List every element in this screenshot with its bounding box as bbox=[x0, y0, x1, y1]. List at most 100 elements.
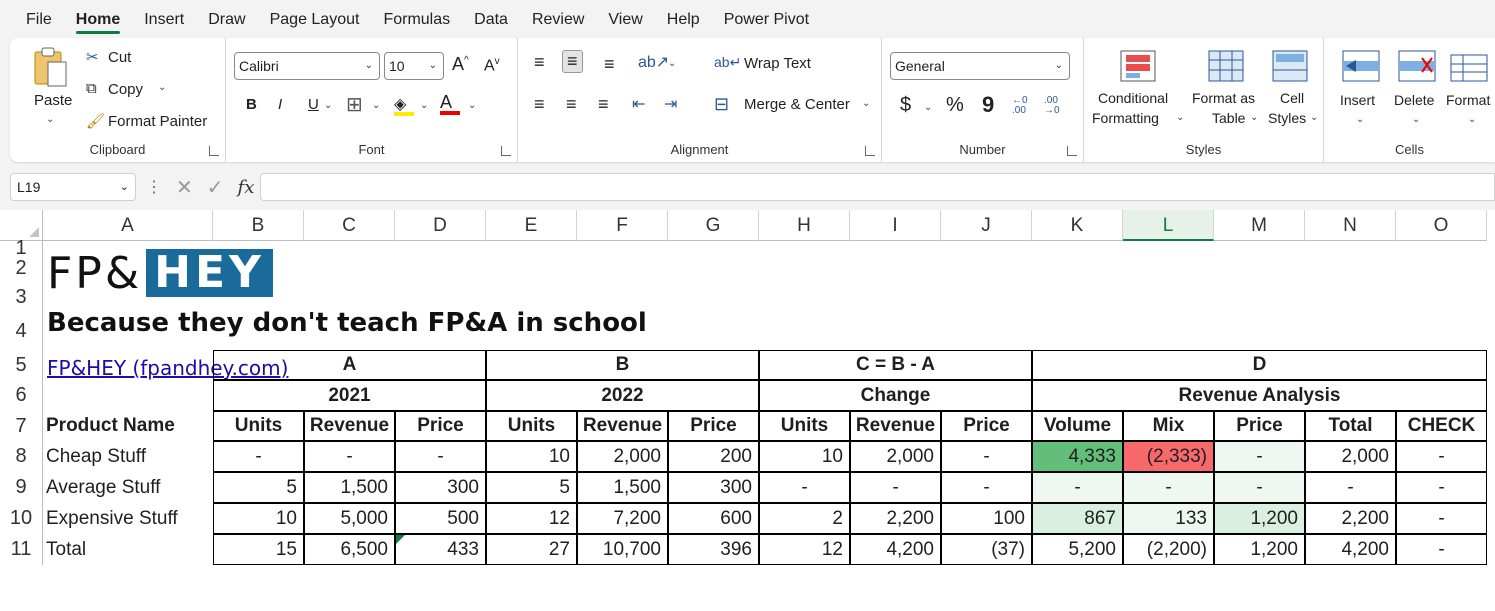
font-name-select[interactable]: Calibri ⌄ bbox=[234, 52, 380, 80]
table-cell[interactable]: 867 bbox=[1032, 503, 1123, 534]
table-cell[interactable]: 12 bbox=[759, 534, 850, 565]
row-header-6[interactable]: 6 bbox=[0, 380, 43, 411]
table-cell[interactable]: (2,200) bbox=[1123, 534, 1214, 565]
column-header-c[interactable]: C bbox=[304, 210, 395, 241]
sub-header[interactable]: Change bbox=[759, 380, 1032, 411]
insert-function-icon[interactable]: fx bbox=[238, 177, 255, 198]
chevron-down-icon[interactable]: ⌄ bbox=[468, 100, 476, 111]
delete-cells-button[interactable]: Delete ⌄ bbox=[1390, 46, 1442, 132]
table-column-header[interactable]: Revenue bbox=[850, 411, 941, 441]
table-column-header[interactable]: Price bbox=[668, 411, 759, 441]
table-cell[interactable]: 7,200 bbox=[577, 503, 668, 534]
table-cell[interactable]: 10 bbox=[486, 441, 577, 472]
table-cell[interactable]: 10 bbox=[759, 441, 850, 472]
table-cell[interactable]: 4,200 bbox=[1305, 534, 1396, 565]
table-cell[interactable]: 27 bbox=[486, 534, 577, 565]
column-header-m[interactable]: M bbox=[1214, 210, 1305, 241]
sub-header[interactable]: 2022 bbox=[486, 380, 759, 411]
table-cell[interactable]: - bbox=[1396, 472, 1487, 503]
table-column-header[interactable]: Product Name bbox=[43, 411, 213, 441]
table-cell[interactable]: 2,200 bbox=[1305, 503, 1396, 534]
cell-styles-button[interactable]: Cell Styles ⌄ bbox=[1262, 46, 1318, 132]
table-cell[interactable]: - bbox=[1396, 534, 1487, 565]
table-cell[interactable]: 10 bbox=[213, 503, 304, 534]
table-cell[interactable]: 10,700 bbox=[577, 534, 668, 565]
column-header-d[interactable]: D bbox=[395, 210, 486, 241]
align-middle-icon[interactable]: ≡ bbox=[562, 50, 583, 73]
align-left-icon[interactable]: ≡ bbox=[534, 94, 545, 115]
increase-indent-icon[interactable]: ⇥ bbox=[664, 94, 677, 114]
menu-tab-page-layout[interactable]: Page Layout bbox=[258, 0, 372, 38]
chevron-down-icon[interactable]: ⌄ bbox=[420, 100, 428, 111]
sub-header[interactable]: 2021 bbox=[213, 380, 486, 411]
decrease-indent-icon[interactable]: ⇤ bbox=[632, 94, 645, 114]
chevron-down-icon[interactable]: ⌄ bbox=[372, 100, 380, 111]
table-cell[interactable]: 4,200 bbox=[850, 534, 941, 565]
cut-button[interactable]: ✂ Cut bbox=[86, 46, 206, 70]
menu-tab-file[interactable]: File bbox=[14, 0, 64, 38]
table-cell[interactable]: 100 bbox=[941, 503, 1032, 534]
group-header[interactable]: A bbox=[213, 350, 486, 380]
table-cell[interactable]: 5,200 bbox=[1032, 534, 1123, 565]
format-cells-button[interactable]: Format ⌄ bbox=[1444, 46, 1494, 132]
table-cell[interactable]: - bbox=[941, 441, 1032, 472]
worksheet-grid[interactable]: A B C D E F G H I J K L M N O 1 2 3 4 5 6 7 8 9 10 11 FP& HEY Becaus… bbox=[0, 210, 1495, 611]
column-header-i[interactable]: I bbox=[850, 210, 941, 241]
column-header-a[interactable]: A bbox=[43, 210, 213, 241]
table-cell[interactable]: (37) bbox=[941, 534, 1032, 565]
table-cell[interactable]: - bbox=[395, 441, 486, 472]
row-header-7[interactable]: 7 bbox=[0, 411, 43, 441]
table-cell[interactable]: 2 bbox=[759, 503, 850, 534]
row-header-5[interactable]: 5 bbox=[0, 350, 43, 380]
row-header-4[interactable]: 4 bbox=[0, 313, 43, 350]
orientation-icon[interactable]: ab↗ bbox=[638, 52, 669, 72]
row-header-11[interactable]: 11 bbox=[0, 534, 43, 565]
table-cell[interactable]: 2,000 bbox=[1305, 441, 1396, 472]
menu-tab-power-pivot[interactable]: Power Pivot bbox=[712, 0, 821, 38]
chevron-down-icon[interactable]: ⌄ bbox=[862, 98, 870, 109]
column-header-g[interactable]: G bbox=[668, 210, 759, 241]
table-column-header[interactable]: Volume bbox=[1032, 411, 1123, 441]
menu-tab-view[interactable]: View bbox=[596, 0, 654, 38]
chevron-down-icon[interactable]: ⌄ bbox=[324, 100, 332, 111]
table-cell[interactable]: 500 bbox=[395, 503, 486, 534]
dialog-launcher-icon[interactable] bbox=[865, 146, 875, 156]
dialog-launcher-icon[interactable] bbox=[209, 146, 219, 156]
table-cell[interactable]: - bbox=[850, 472, 941, 503]
column-header-n[interactable]: N bbox=[1305, 210, 1396, 241]
table-cell[interactable]: 300 bbox=[668, 472, 759, 503]
column-header-h[interactable]: H bbox=[759, 210, 850, 241]
conditional-formatting-button[interactable]: Conditional Formatting ⌄ bbox=[1090, 46, 1190, 132]
table-column-header[interactable]: Price bbox=[395, 411, 486, 441]
chevron-down-icon[interactable]: ⌄ bbox=[924, 102, 932, 113]
insert-cells-button[interactable]: Insert ⌄ bbox=[1336, 46, 1386, 132]
increase-font-size-icon[interactable]: A^ bbox=[452, 54, 469, 75]
table-cell[interactable]: 300 bbox=[395, 472, 486, 503]
table-column-header[interactable]: Units bbox=[213, 411, 304, 441]
paste-button[interactable]: Paste ⌄ bbox=[30, 46, 76, 126]
wrap-text-button[interactable]: ab↵ Wrap Text bbox=[714, 54, 824, 78]
align-center-icon[interactable]: ≡ bbox=[566, 94, 577, 115]
group-header[interactable]: C = B - A bbox=[759, 350, 1032, 380]
currency-button[interactable]: $ bbox=[900, 94, 911, 117]
table-cell[interactable]: 15 bbox=[213, 534, 304, 565]
table-cell[interactable]: - bbox=[1214, 441, 1305, 472]
align-top-icon[interactable]: ≡ bbox=[534, 52, 545, 73]
row-label[interactable]: Average Stuff bbox=[43, 472, 213, 503]
table-cell[interactable]: - bbox=[213, 441, 304, 472]
menu-tab-data[interactable]: Data bbox=[462, 0, 520, 38]
percent-button[interactable]: % bbox=[946, 94, 964, 117]
table-cell[interactable]: 6,500 bbox=[304, 534, 395, 565]
row-header-10[interactable]: 10 bbox=[0, 503, 43, 534]
table-cell[interactable]: - bbox=[1396, 503, 1487, 534]
sub-header[interactable]: Revenue Analysis bbox=[1032, 380, 1487, 411]
comma-style-button[interactable]: 9 bbox=[982, 92, 994, 118]
table-cell[interactable]: - bbox=[1305, 472, 1396, 503]
menu-tab-home[interactable]: Home bbox=[64, 0, 132, 38]
cancel-icon[interactable]: ✕ bbox=[176, 175, 193, 200]
table-cell[interactable]: - bbox=[759, 472, 850, 503]
align-right-icon[interactable]: ≡ bbox=[598, 94, 609, 115]
table-cell[interactable]: 5,000 bbox=[304, 503, 395, 534]
dialog-launcher-icon[interactable] bbox=[1067, 146, 1077, 156]
table-column-header[interactable]: Total bbox=[1305, 411, 1396, 441]
